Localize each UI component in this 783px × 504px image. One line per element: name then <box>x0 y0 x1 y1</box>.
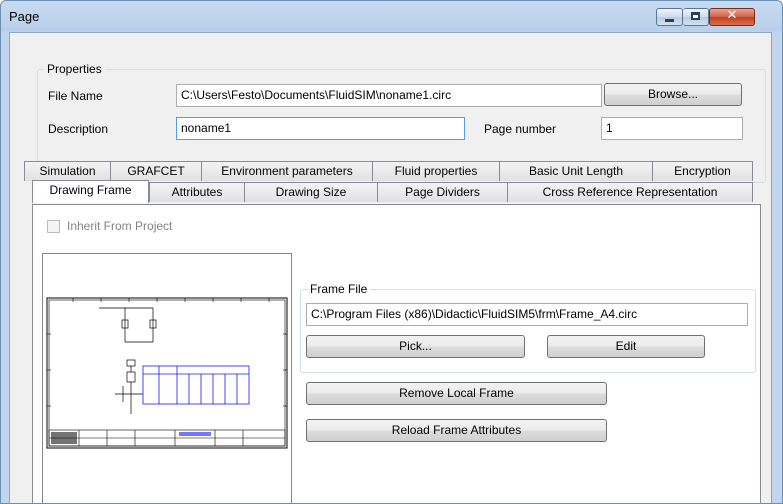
tab-drawing-frame[interactable]: Drawing Frame <box>32 180 149 203</box>
page-dialog: Page ✕ Properties File Name C:\Users\Fes… <box>0 0 783 504</box>
close-button[interactable]: ✕ <box>709 8 755 26</box>
frame-preview <box>42 253 292 503</box>
window-title: Page <box>9 9 40 24</box>
drawing-frame-panel: Inherit From Project Frame File C:\Progr… <box>32 204 761 503</box>
frame-file-field[interactable]: C:\Program Files (x86)\Didactic\FluidSIM… <box>306 303 748 326</box>
tab-simulation[interactable]: Simulation <box>24 161 111 181</box>
browse-button[interactable]: Browse... <box>604 83 742 106</box>
tab-environment-parameters[interactable]: Environment parameters <box>201 161 373 181</box>
tab-encryption[interactable]: Encryption <box>652 161 753 181</box>
edit-button[interactable]: Edit <box>547 335 705 358</box>
minimize-icon <box>665 19 674 22</box>
frame-file-group-label: Frame File <box>307 282 371 296</box>
title-bar[interactable]: Page ✕ <box>1 1 782 31</box>
tab-drawing-size[interactable]: Drawing Size <box>244 182 378 202</box>
reload-frame-attributes-button[interactable]: Reload Frame Attributes <box>306 419 607 442</box>
file-name-label: File Name <box>48 89 103 103</box>
pick-button[interactable]: Pick... <box>306 335 525 358</box>
maximize-icon <box>691 12 700 20</box>
close-icon: ✕ <box>726 8 738 23</box>
maximize-button[interactable] <box>683 8 709 26</box>
tab-row-top: Simulation GRAFCET Environment parameter… <box>24 161 766 181</box>
file-name-field[interactable]: C:\Users\Festo\Documents\FluidSIM\noname… <box>176 84 602 107</box>
remove-local-frame-button[interactable]: Remove Local Frame <box>306 382 607 405</box>
frame-preview-drawing <box>46 297 288 449</box>
dialog-client-area: Properties File Name C:\Users\Festo\Docu… <box>9 32 772 503</box>
properties-group-label: Properties <box>44 62 105 76</box>
tab-grafcet[interactable]: GRAFCET <box>110 161 202 181</box>
tab-page-dividers[interactable]: Page Dividers <box>377 182 508 202</box>
page-number-label: Page number <box>484 122 557 136</box>
tab-fluid-properties[interactable]: Fluid properties <box>372 161 500 181</box>
tab-attributes[interactable]: Attributes <box>149 182 245 202</box>
inherit-from-project-label: Inherit From Project <box>67 219 173 233</box>
tab-basic-unit-length[interactable]: Basic Unit Length <box>499 161 653 181</box>
frame-file-group: Frame File <box>300 282 756 373</box>
description-field[interactable]: noname1 <box>176 117 465 140</box>
minimize-button[interactable] <box>656 8 683 26</box>
tab-cross-reference-representation[interactable]: Cross Reference Representation <box>507 182 753 202</box>
inherit-from-project-checkbox[interactable] <box>47 220 60 233</box>
description-label: Description <box>48 122 109 136</box>
tab-row-bottom: Drawing Frame Attributes Drawing Size Pa… <box>24 180 766 203</box>
page-number-field[interactable]: 1 <box>601 117 743 140</box>
